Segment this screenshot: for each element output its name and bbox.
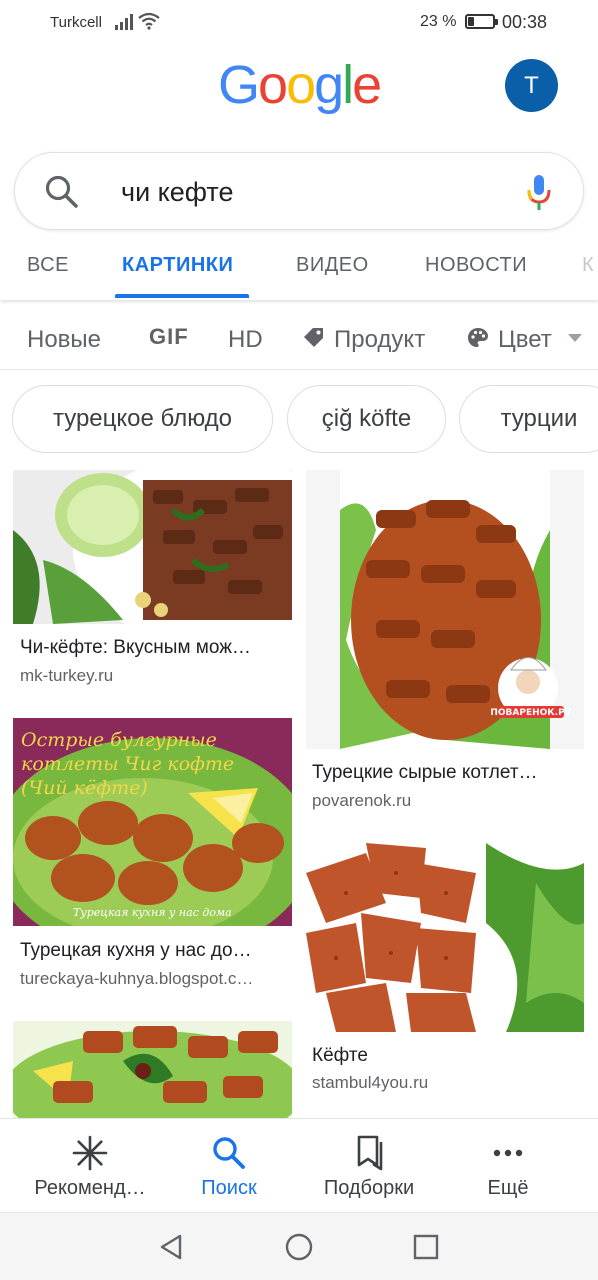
search-icon bbox=[213, 1137, 245, 1169]
nav-collections[interactable]: Подборки bbox=[300, 1119, 438, 1213]
nav-label: Поиск bbox=[201, 1177, 257, 1199]
overlay-text: Острые булгурные bbox=[21, 729, 217, 751]
logo-letter: o bbox=[258, 55, 288, 115]
kofte-photo: ПОВАРЕНОК.РУ bbox=[306, 470, 584, 749]
result-image[interactable] bbox=[13, 470, 292, 624]
suggestion-chip[interactable]: турции bbox=[459, 385, 598, 453]
tab-news[interactable]: НОВОСТИ bbox=[425, 254, 527, 277]
suggestion-chip[interactable]: çiğ köfte bbox=[287, 385, 446, 453]
result-title[interactable]: Турецкая кухня у нас до… bbox=[20, 940, 252, 962]
result-image[interactable]: ПОВАРЕНОК.РУ bbox=[306, 470, 584, 749]
logo-letter: g bbox=[314, 55, 344, 115]
status-bar: Turkcell 23 % 00:38 bbox=[0, 0, 598, 44]
microphone-icon[interactable] bbox=[525, 173, 553, 213]
watermark-text: ПОВАРЕНОК.РУ bbox=[490, 708, 571, 718]
result-title[interactable]: Чи-кёфте: Вкусным мож… bbox=[20, 637, 251, 659]
more-icon bbox=[493, 1149, 523, 1157]
filter-bar: Новые GIF HD Продукт Цвет bbox=[0, 306, 598, 370]
search-tabs: ВСЕ КАРТИНКИ ВИДЕО НОВОСТИ К bbox=[0, 238, 598, 300]
kofte-lemon-photo: Острые булгурные котлеты Чиг кофте (Чий … bbox=[13, 718, 292, 926]
signal-icon bbox=[115, 14, 133, 30]
chevron-down-icon bbox=[568, 334, 582, 342]
bottom-navigation: Рекоменд… Поиск Подборки Ещё bbox=[0, 1118, 598, 1212]
battery-percent: 23 % bbox=[420, 13, 457, 30]
filter-new[interactable]: Новые bbox=[27, 326, 101, 354]
tab-all[interactable]: ВСЕ bbox=[27, 254, 69, 277]
active-tab-indicator bbox=[115, 294, 249, 298]
tab-images[interactable]: КАРТИНКИ bbox=[122, 254, 233, 277]
palette-icon bbox=[468, 328, 488, 347]
suggestion-chip[interactable]: турецкое блюдо bbox=[12, 385, 273, 453]
search-input[interactable]: чи кефте bbox=[121, 177, 233, 208]
asterisk-icon bbox=[72, 1135, 108, 1171]
result-source[interactable]: povarenok.ru bbox=[312, 791, 411, 811]
clock: 00:38 bbox=[502, 12, 548, 32]
tab-more[interactable]: К bbox=[582, 254, 594, 277]
kofte-plate-photo bbox=[13, 470, 292, 624]
wifi-icon bbox=[138, 12, 160, 30]
result-source[interactable]: stambul4you.ru bbox=[312, 1073, 428, 1093]
tab-video[interactable]: ВИДЕО bbox=[296, 254, 369, 277]
overlay-text: (Чий кёфте) bbox=[21, 777, 148, 799]
overlay-text: котлеты Чиг кофте bbox=[21, 753, 234, 775]
search-icon[interactable] bbox=[43, 173, 81, 211]
filter-gif[interactable]: GIF bbox=[149, 324, 189, 350]
filter-hd[interactable]: HD bbox=[228, 326, 263, 354]
result-image[interactable] bbox=[13, 1021, 292, 1118]
result-title[interactable]: Турецкие сырые котлет… bbox=[312, 762, 538, 784]
google-logo[interactable]: Google bbox=[218, 54, 382, 116]
nav-label: Рекоменд… bbox=[34, 1177, 146, 1199]
logo-letter: e bbox=[352, 55, 382, 115]
back-icon[interactable] bbox=[158, 1233, 184, 1261]
kofte-salad-photo bbox=[13, 1021, 292, 1118]
filter-color[interactable]: Цвет bbox=[498, 326, 552, 354]
result-title[interactable]: Кёфте bbox=[312, 1045, 368, 1067]
result-image[interactable]: Острые булгурные котлеты Чиг кофте (Чий … bbox=[13, 718, 292, 926]
recents-icon[interactable] bbox=[413, 1234, 439, 1260]
result-image[interactable] bbox=[306, 843, 584, 1032]
battery-icon bbox=[465, 14, 498, 29]
logo-letter: o bbox=[286, 55, 316, 115]
nav-label: Ещё bbox=[487, 1177, 529, 1199]
image-caption: Турецкая кухня у нас дома bbox=[73, 906, 232, 919]
collections-icon bbox=[357, 1135, 383, 1171]
nav-recommendations[interactable]: Рекоменд… bbox=[16, 1119, 164, 1213]
tag-icon bbox=[304, 328, 323, 347]
carrier-name: Turkcell bbox=[50, 14, 102, 31]
nav-label: Подборки bbox=[323, 1177, 415, 1199]
kofte-greens-photo bbox=[306, 843, 584, 1032]
filter-product[interactable]: Продукт bbox=[334, 326, 425, 354]
logo-letter: l bbox=[342, 55, 354, 115]
logo-letter: G bbox=[218, 55, 260, 115]
home-icon[interactable] bbox=[285, 1233, 313, 1261]
nav-search[interactable]: Поиск bbox=[180, 1119, 278, 1213]
account-avatar[interactable]: T bbox=[505, 59, 558, 112]
system-navigation-bar bbox=[0, 1212, 598, 1280]
search-bar[interactable]: чи кефте bbox=[14, 152, 584, 230]
result-source[interactable]: mk-turkey.ru bbox=[20, 666, 113, 686]
result-source[interactable]: tureckaya-kuhnya.blogspot.c… bbox=[20, 969, 253, 989]
nav-more[interactable]: Ещё bbox=[470, 1119, 546, 1213]
